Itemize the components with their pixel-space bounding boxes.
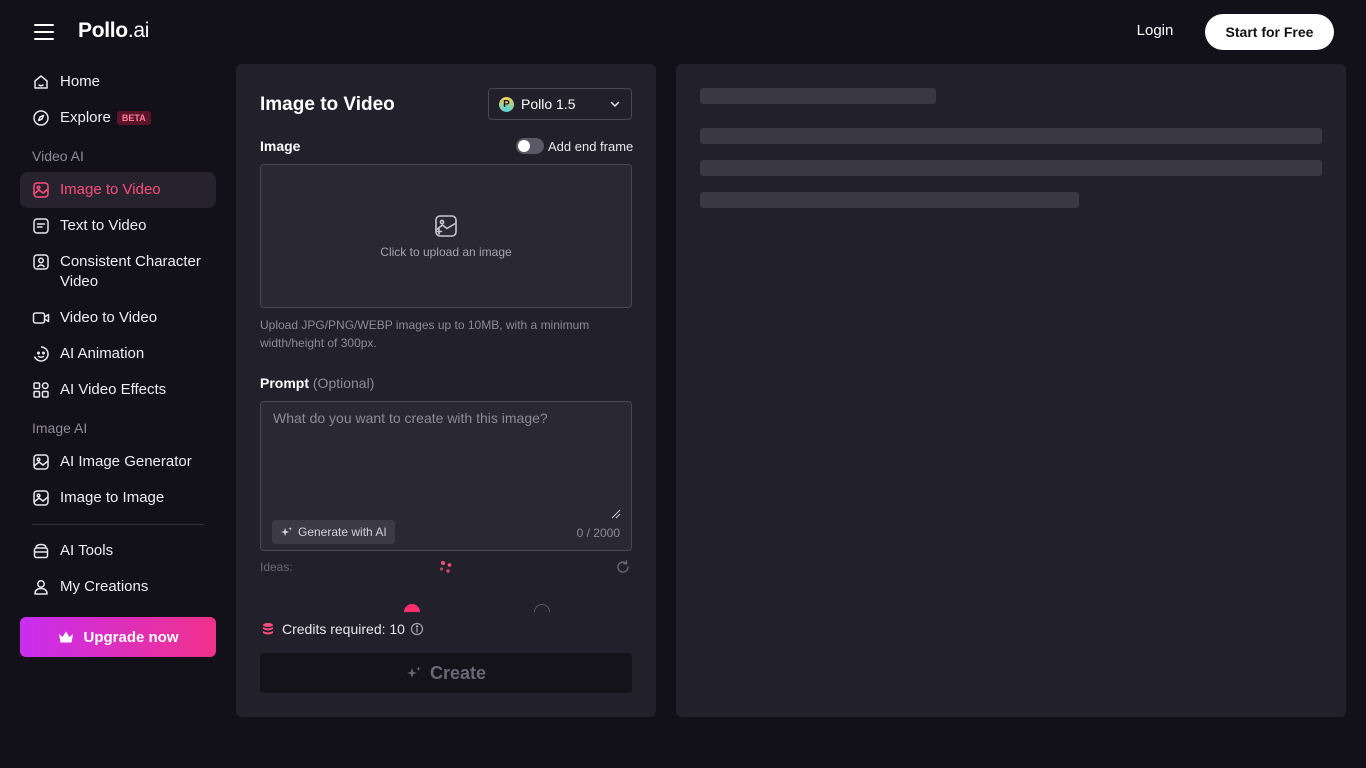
resize-handle-icon[interactable] (611, 509, 621, 519)
add-end-frame-toggle[interactable]: Add end frame (516, 138, 633, 154)
start-for-free-button[interactable]: Start for Free (1205, 14, 1334, 50)
menu-icon[interactable] (34, 24, 54, 40)
sidebar-item-ai-tools[interactable]: AI Tools (20, 533, 216, 569)
sidebar-item-image-to-video[interactable]: Image to Video (20, 172, 216, 208)
upload-hint: Upload JPG/PNG/WEBP images up to 10MB, w… (260, 318, 590, 350)
beta-badge: BETA (116, 111, 151, 125)
image-generator-icon (32, 453, 50, 471)
user-icon (32, 578, 50, 596)
sidebar-item-home[interactable]: Home (20, 64, 216, 100)
toolbox-icon (32, 542, 50, 560)
character-icon (32, 253, 50, 271)
prompt-input[interactable] (261, 402, 631, 520)
model-select[interactable]: P Pollo 1.5 (488, 88, 632, 120)
sidebar-item-ai-video-effects[interactable]: AI Video Effects (20, 372, 216, 408)
section-label-image-ai: Image AI (32, 420, 88, 436)
character-count: 0 / 2000 (576, 526, 620, 540)
sidebar-item-ai-animation[interactable]: AI Animation (20, 336, 216, 372)
model-label: Pollo 1.5 (521, 96, 576, 112)
image-icon (32, 489, 50, 507)
skeleton-line (700, 192, 1079, 208)
sidebar-item-text-to-video[interactable]: Text to Video (20, 208, 216, 244)
prompt-box: Generate with AI 0 / 2000 (260, 401, 632, 551)
pollo-model-logo: P (499, 96, 514, 112)
coin-stack-icon (263, 623, 273, 635)
text-video-icon (32, 217, 50, 235)
toggle-switch[interactable] (516, 138, 544, 154)
effects-grid-icon (32, 381, 50, 399)
top-bar: Pollo.ai Login Start for Free (0, 0, 1366, 64)
sidebar-item-image-to-image[interactable]: Image to Image (20, 480, 216, 516)
upload-image-icon (435, 215, 457, 237)
prompt-label: Prompt (Optional) (260, 375, 375, 391)
sidebar: Home Explore BETA Video AI Image to Vide… (20, 64, 216, 605)
image-video-icon (32, 181, 50, 199)
page-title: Image to Video (260, 94, 395, 115)
sidebar-divider (32, 524, 204, 525)
home-icon (32, 73, 50, 91)
section-label-video-ai: Video AI (32, 148, 84, 164)
sidebar-item-explore[interactable]: Explore BETA (20, 100, 216, 136)
sidebar-item-my-creations[interactable]: My Creations (20, 569, 216, 605)
generate-with-ai-button[interactable]: Generate with AI (272, 520, 395, 544)
preview-panel (676, 64, 1346, 717)
compass-icon (32, 109, 50, 127)
image-upload-area[interactable]: Click to upload an image (260, 164, 632, 308)
animation-face-icon (32, 345, 50, 363)
sparkle-icon (406, 666, 421, 678)
sidebar-item-video-to-video[interactable]: Video to Video (20, 300, 216, 336)
idea-indicator-active (404, 604, 420, 612)
chevron-down-icon (610, 101, 620, 107)
crown-icon (59, 631, 74, 643)
login-link[interactable]: Login (1122, 22, 1188, 44)
skeleton-line (700, 128, 1322, 144)
sparkle-icon (280, 526, 293, 536)
sidebar-item-ai-image-generator[interactable]: AI Image Generator (20, 444, 216, 480)
credits-required: Credits required: 10 (262, 621, 424, 637)
upgrade-now-button[interactable]: Upgrade now (20, 617, 216, 657)
loading-spinner-icon (439, 561, 452, 573)
skeleton-title (700, 88, 936, 104)
refresh-icon[interactable] (616, 560, 630, 574)
image-label: Image (260, 138, 301, 154)
skeleton-line (700, 160, 1322, 176)
video-camera-icon (32, 309, 50, 327)
ideas-label: Ideas: (260, 560, 293, 574)
idea-indicator (534, 604, 550, 612)
create-button[interactable]: Create (260, 653, 632, 693)
sidebar-item-consistent-character-video[interactable]: Consistent Character Video (20, 244, 216, 300)
info-icon[interactable] (410, 622, 424, 636)
logo[interactable]: Pollo.ai (78, 19, 149, 43)
image-to-video-panel: Image to Video P Pollo 1.5 Image Add end… (236, 64, 656, 717)
